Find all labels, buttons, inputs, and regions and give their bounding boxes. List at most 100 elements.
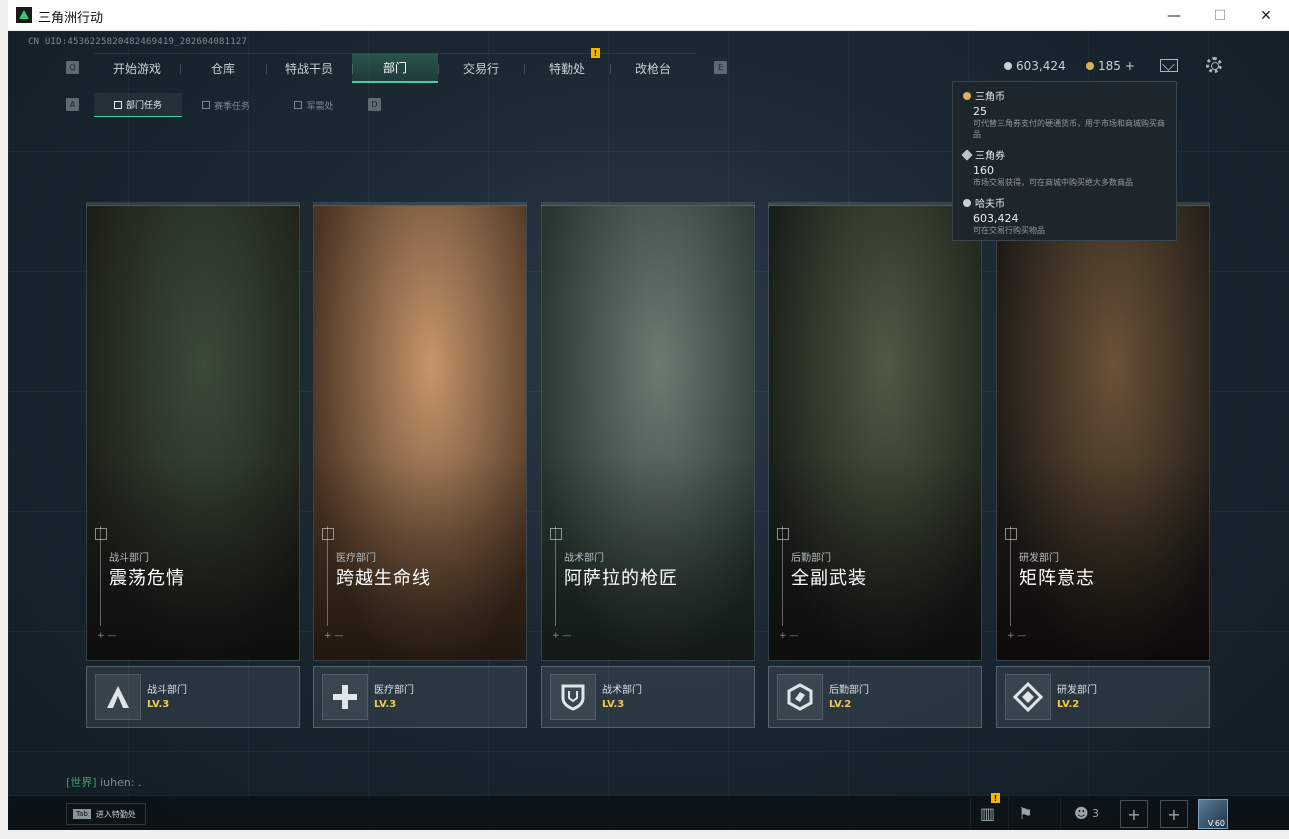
add-party-slot-button[interactable]: + xyxy=(1160,800,1188,828)
haf-coin-icon xyxy=(963,198,971,207)
tooltip-item-name: 哈夫币 xyxy=(975,199,1005,210)
subnav-prev-key[interactable]: A xyxy=(66,98,79,111)
card-shade xyxy=(87,206,299,660)
enter-special-ops-button[interactable]: Tab 进入特勤处 xyxy=(66,803,146,825)
tab-department[interactable]: 部门 xyxy=(352,53,438,83)
tooltip-item-value: 160 xyxy=(973,164,994,177)
alert-badge: ! xyxy=(991,793,1000,803)
friends-icon: ☻ xyxy=(1073,805,1089,822)
add-currency-button[interactable]: + xyxy=(1125,59,1135,73)
department-level-panel[interactable]: 战术部门 LV.3 xyxy=(541,666,755,728)
alert-badge: ! xyxy=(591,48,600,58)
card-plus-mark: + — xyxy=(324,631,344,641)
tooltip-item-value: 25 xyxy=(973,105,987,118)
tooltip-item-desc: 可代替三角券支付的硬通货币，用于市场和商城购买商品 xyxy=(973,119,1165,139)
department-level-panel[interactable]: 后勤部门 LV.2 xyxy=(768,666,982,728)
tab-label: 开始游戏 xyxy=(112,62,161,76)
mail-icon[interactable] xyxy=(1160,59,1178,72)
subtab-department-tasks[interactable]: 部门任务 xyxy=(94,93,182,117)
card-shade xyxy=(314,206,526,660)
department-level-panel[interactable]: 医疗部门 LV.3 xyxy=(313,666,527,728)
tab-warehouse[interactable]: 仓库 xyxy=(180,53,266,83)
card-department-label: 研发部门 xyxy=(1019,553,1059,564)
main-nav: 开始游戏 仓库 特战干员 部门 交易行 特勤处! 改枪台 xyxy=(94,48,696,83)
game-viewport: CN UID:4536225820482469419_202604081127 … xyxy=(8,31,1289,830)
department-card[interactable]: 研发部门矩阵意志 + — xyxy=(996,205,1210,661)
triangle-coin-display[interactable]: 185 + xyxy=(1086,59,1135,73)
card-shade xyxy=(769,206,981,660)
subtab-quartermaster[interactable]: 军需处 xyxy=(270,93,358,117)
subtab-season-tasks[interactable]: 赛季任务 xyxy=(182,93,270,117)
gear-icon[interactable] xyxy=(1206,57,1222,73)
card-title: 全副武装 xyxy=(791,568,867,589)
combat-a-icon xyxy=(95,674,141,720)
sub-nav: 部门任务 赛季任务 军需处 xyxy=(94,93,358,117)
lock-icon xyxy=(201,101,210,109)
card-plus-mark: + — xyxy=(97,631,117,641)
maximize-button[interactable]: ☐ xyxy=(1197,0,1243,31)
stats-button[interactable]: ▥ ! xyxy=(970,793,1004,830)
flag-button[interactable]: ⚑ xyxy=(1008,797,1042,830)
tab-gunsmith[interactable]: 改枪台 xyxy=(610,53,696,83)
triangle-coin-icon xyxy=(963,91,971,100)
window-title: 三角洲行动 xyxy=(38,11,104,26)
card-divider xyxy=(782,526,783,626)
department-card[interactable]: 战术部门 阿萨拉的枪匠 + — xyxy=(541,205,755,661)
tooltip-item-value: 603,424 xyxy=(973,212,1019,225)
tab-start-game[interactable]: 开始游戏 xyxy=(94,53,180,83)
world-chat-line[interactable]: [世界] iuhen: . xyxy=(66,774,142,790)
card-title: 阿萨拉的枪匠 xyxy=(564,568,678,589)
tooltip-item-name: 三角币 xyxy=(975,92,1005,103)
minimize-button[interactable]: — xyxy=(1151,0,1197,31)
tooltip-item-triangle-voucher: 三角券 160 市场交易获得，可在商城中购买绝大多数商品 xyxy=(961,147,1166,188)
department-level: LV.2 xyxy=(1057,699,1080,710)
add-party-slot-button[interactable]: + xyxy=(1120,800,1148,828)
bottom-bar: Tab 进入特勤处 ▥ ! ⚑ ☻ 3 + + V.60 xyxy=(8,793,1289,830)
card-plus-mark: + — xyxy=(1007,631,1027,641)
tab-special-ops[interactable]: 特勤处! xyxy=(524,48,610,83)
department-level-panel[interactable]: 战斗部门 LV.3 xyxy=(86,666,300,728)
card-divider xyxy=(327,526,328,626)
friends-count: 3 xyxy=(1092,807,1100,820)
tab-operators[interactable]: 特战干员 xyxy=(266,53,352,83)
logistics-hex-icon xyxy=(777,674,823,720)
tab-label: 仓库 xyxy=(210,62,235,76)
department-level-panel[interactable]: 研发部门 LV.2 xyxy=(996,666,1210,728)
chat-sender: iuhen: xyxy=(100,776,135,789)
panel-department-label: 研发部门 xyxy=(1057,685,1097,696)
department-card[interactable]: 后勤部门 全副武装 + — xyxy=(768,205,982,661)
tab-trading[interactable]: 交易行 xyxy=(438,53,524,83)
department-card[interactable]: 医疗部门 跨越生命线 + — xyxy=(313,205,527,661)
user-uid: CN UID:4536225820482469419_202604081127 xyxy=(28,37,248,47)
card-corner-mark xyxy=(777,528,789,540)
department-level: LV.2 xyxy=(829,699,852,710)
flag-icon: ⚑ xyxy=(1018,804,1033,823)
tab-label: 特勤处 xyxy=(548,62,585,76)
tab-label: 特战干员 xyxy=(284,62,333,76)
close-button[interactable]: ✕ xyxy=(1243,0,1289,31)
tooltip-item-desc: 可在交易行购买物品 xyxy=(973,226,1045,235)
tab-key: Tab xyxy=(73,809,91,819)
subnav-next-key[interactable]: D xyxy=(368,98,381,111)
card-title: 震荡危情 xyxy=(109,568,185,589)
tactical-shield-icon xyxy=(550,674,596,720)
tab-label: 部门 xyxy=(382,61,407,75)
chat-channel: [世界] xyxy=(66,776,97,789)
supply-icon xyxy=(294,101,303,109)
nav-next-key[interactable]: E xyxy=(714,61,727,74)
app-logo-icon xyxy=(16,7,32,23)
card-corner-mark xyxy=(95,528,107,540)
triangle-coin-icon xyxy=(1086,62,1094,70)
friends-button[interactable]: ☻ 3 xyxy=(1060,797,1112,830)
card-corner-mark xyxy=(1005,528,1017,540)
department-card[interactable]: 战斗部门 震荡危情 + — xyxy=(86,205,300,661)
card-title: 跨越生命线 xyxy=(336,568,431,589)
panel-department-label: 战斗部门 xyxy=(147,685,187,696)
card-title: 矩阵意志 xyxy=(1019,568,1095,589)
desktop-background-left xyxy=(0,0,8,839)
card-divider xyxy=(1010,526,1011,626)
nav-prev-key[interactable]: Q xyxy=(66,61,79,74)
haf-coin-display[interactable]: 603,424 xyxy=(1004,59,1066,73)
tooltip-item-desc: 市场交易获得，可在商城中购买绝大多数商品 xyxy=(973,178,1133,187)
player-avatar[interactable]: V.60 xyxy=(1198,799,1228,829)
